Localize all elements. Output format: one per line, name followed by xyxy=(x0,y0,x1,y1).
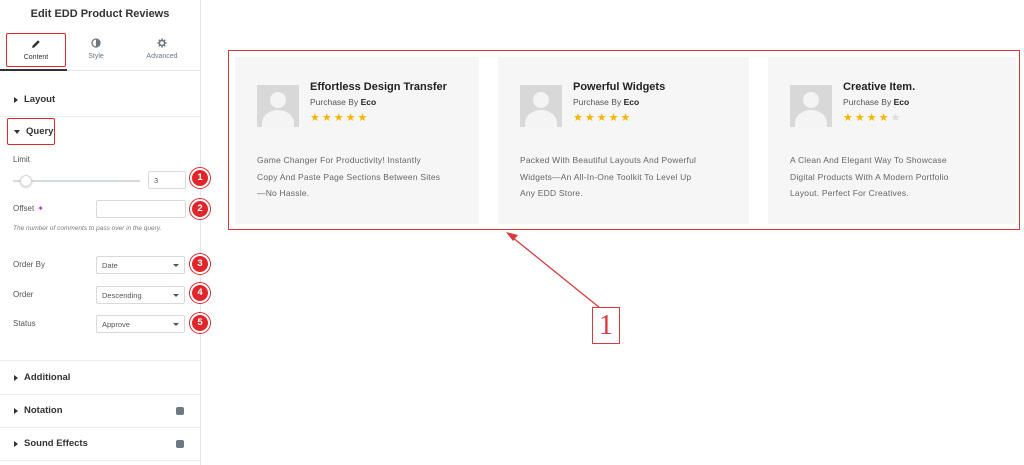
order-label: Order xyxy=(13,290,34,299)
section-sound-effects[interactable]: Sound Effects xyxy=(0,427,200,461)
annotation-callout: 1 xyxy=(592,307,620,344)
order-by-select[interactable]: Date xyxy=(96,256,185,274)
section-notation[interactable]: Notation xyxy=(0,394,200,428)
caret-down-icon xyxy=(14,129,20,134)
section-layout-label: Layout xyxy=(24,94,56,105)
highlight-box xyxy=(228,50,1020,230)
caret-right-icon xyxy=(14,96,18,103)
offset-help-text: The number of comments to pass over in t… xyxy=(13,225,162,232)
section-sound-effects-label: Sound Effects xyxy=(24,438,88,449)
gear-icon xyxy=(132,33,192,50)
tab-style[interactable]: Style xyxy=(66,33,126,67)
annotation-badge-2: 2 xyxy=(190,199,210,219)
panel-tabs: Content Style Advanced xyxy=(0,30,200,71)
offset-input[interactable] xyxy=(96,200,186,218)
section-query-header[interactable]: Query xyxy=(7,118,55,145)
order-by-label: Order By xyxy=(13,260,46,269)
limit-input[interactable]: 3 xyxy=(148,171,186,189)
chevron-down-icon xyxy=(173,323,179,326)
order-value: Descending xyxy=(102,290,142,300)
contrast-icon xyxy=(66,33,126,50)
order-select[interactable]: Descending xyxy=(96,286,185,304)
status-select[interactable]: Approve xyxy=(96,315,185,333)
chevron-down-icon xyxy=(173,294,179,297)
tab-advanced[interactable]: Advanced xyxy=(132,33,192,67)
status-label: Status xyxy=(13,319,36,328)
section-additional-label: Additional xyxy=(24,372,71,383)
annotation-badge-5: 5 xyxy=(190,313,210,333)
section-additional[interactable]: Additional xyxy=(0,361,200,395)
editor-panel: Edit EDD Product Reviews Content Style A… xyxy=(0,0,201,465)
status-value: Approve xyxy=(102,319,130,329)
caret-right-icon xyxy=(14,440,18,447)
caret-right-icon xyxy=(14,374,18,381)
section-notation-header[interactable]: Notation xyxy=(0,394,200,427)
pencil-icon xyxy=(7,34,65,51)
tab-style-label: Style xyxy=(88,53,104,60)
section-additional-header[interactable]: Additional xyxy=(0,361,200,394)
section-sound-effects-header[interactable]: Sound Effects xyxy=(0,427,200,460)
section-layout-header[interactable]: Layout xyxy=(0,83,200,116)
caret-right-icon xyxy=(14,407,18,414)
section-layout[interactable]: Layout xyxy=(0,83,200,117)
section-notation-label: Notation xyxy=(24,405,63,416)
tab-content-label: Content xyxy=(23,54,49,61)
pro-badge-icon xyxy=(176,407,184,415)
annotation-badge-4: 4 xyxy=(190,283,210,303)
offset-label-text: Offset xyxy=(13,204,35,213)
tab-content[interactable]: Content xyxy=(6,33,66,67)
pro-badge-icon xyxy=(176,440,184,448)
limit-slider-handle[interactable] xyxy=(19,175,32,187)
section-query-label: Query xyxy=(26,126,54,137)
limit-label: Limit xyxy=(13,155,30,164)
active-tab-indicator xyxy=(0,69,67,71)
annotation-badge-1: 1 xyxy=(190,168,210,188)
tab-advanced-label: Advanced xyxy=(146,53,178,60)
order-by-value: Date xyxy=(102,260,118,270)
annotation-badge-3: 3 xyxy=(190,254,210,274)
offset-label: Offset ✦ xyxy=(13,204,44,213)
panel-title: Edit EDD Product Reviews xyxy=(30,8,170,20)
chevron-down-icon xyxy=(173,264,179,267)
sparkle-icon[interactable]: ✦ xyxy=(37,204,44,213)
limit-slider-track[interactable] xyxy=(13,180,140,182)
